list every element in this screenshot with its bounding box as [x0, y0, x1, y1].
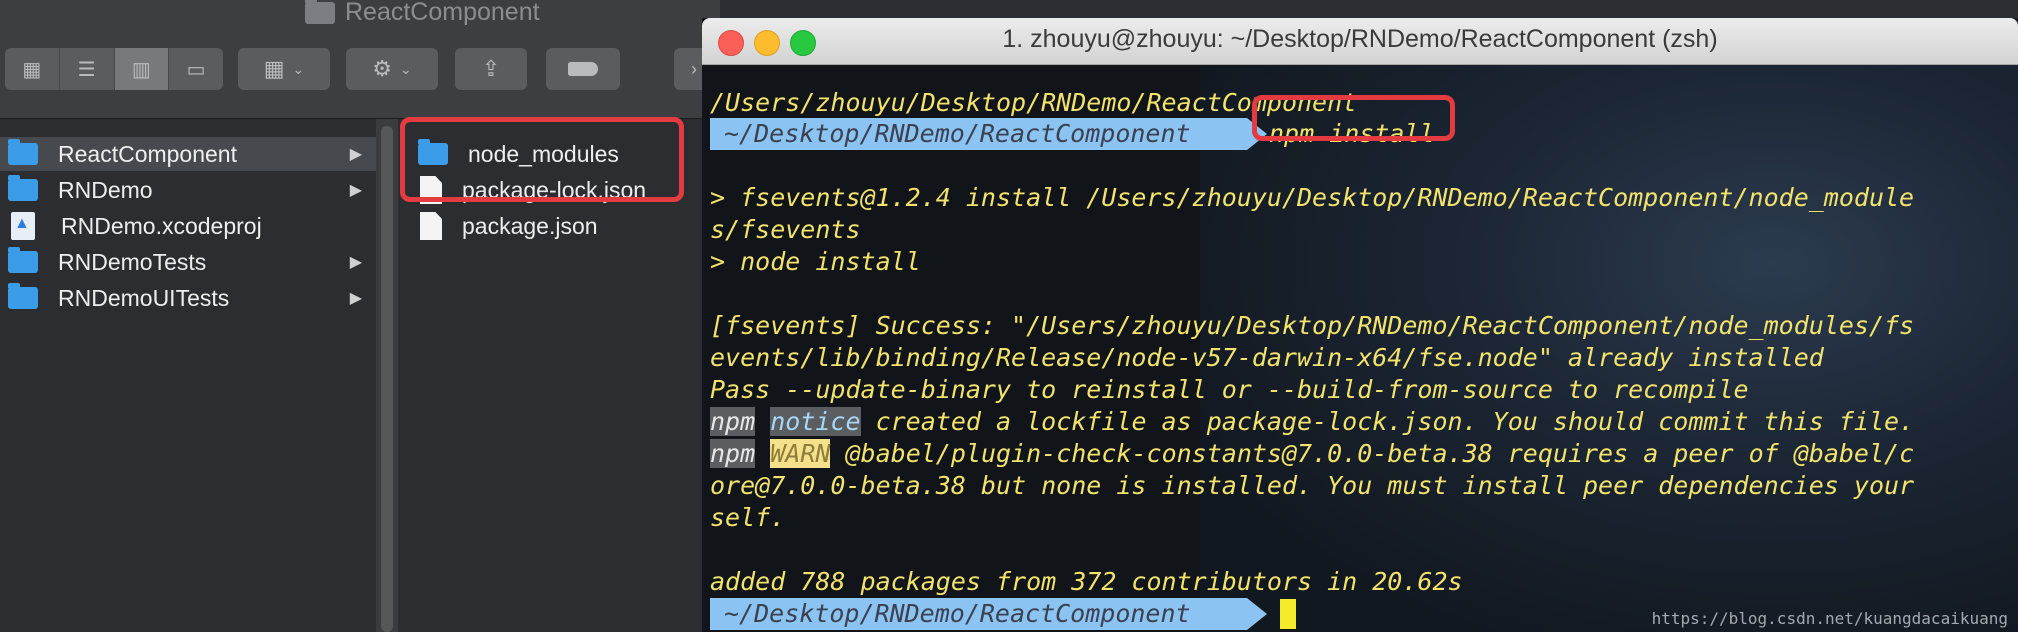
- view-mode-group: ▦ ☰ ▥ ▭: [5, 48, 223, 90]
- folder-icon: [305, 0, 335, 24]
- share-icon: ⇪: [481, 56, 501, 81]
- item-label: ReactComponent: [58, 140, 237, 167]
- prompt-path: ~/Desktop/RNDemo/ReactComponent: [724, 599, 1191, 628]
- finder-title-text: ReactComponent: [345, 0, 540, 26]
- xcode-project-icon: [11, 212, 35, 240]
- list-item-package-json[interactable]: package.json: [398, 209, 720, 243]
- terminal-titlebar: 1. zhouyu@zhouyu: ~/Desktop/RNDemo/React…: [702, 18, 2018, 65]
- item-label: RNDemoTests: [58, 248, 207, 275]
- npm-label: npm: [710, 407, 756, 436]
- list-item-rndemotests[interactable]: RNDemoTests ▶: [0, 245, 376, 279]
- column-view-icon[interactable]: ▥: [114, 48, 170, 90]
- terminal-title: 1. zhouyu@zhouyu: ~/Desktop/RNDemo/React…: [1002, 25, 1718, 53]
- disclosure-arrow-icon: ▶: [349, 290, 362, 307]
- warn-text: @babel/plugin-check-constants@7.0.0-beta…: [830, 439, 1915, 468]
- item-label: RNDemoUITests: [58, 284, 230, 311]
- chevron-down-icon: ⌄: [292, 60, 305, 77]
- folder-icon: [8, 247, 38, 273]
- disclosure-arrow-icon: ▶: [349, 254, 362, 271]
- prompt-bar: ~/Desktop/RNDemo/ReactComponent: [710, 118, 1267, 150]
- gear-icon: ⚙: [372, 56, 392, 81]
- terminal-window: 1. zhouyu@zhouyu: ~/Desktop/RNDemo/React…: [702, 18, 2018, 632]
- finder-window: ReactComponent ▦ ☰ ▥ ▭ ▦ ⌄ ⚙ ⌄ ⇪ › ReactCo…: [0, 0, 720, 632]
- output-line: s/fsevents: [710, 215, 861, 244]
- warn-badge: WARN: [770, 439, 831, 468]
- list-item-reactcomponent[interactable]: ReactComponent ▶: [0, 137, 376, 171]
- output-line: [fsevents] Success: "/Users/zhouyu/Deskt…: [710, 311, 1915, 340]
- group-by-button[interactable]: ▦ ⌄: [238, 48, 330, 90]
- prompt-path: ~/Desktop/RNDemo/ReactComponent: [724, 119, 1191, 148]
- folder-icon: [8, 175, 38, 201]
- disclosure-arrow-icon: ▶: [349, 146, 362, 163]
- tag-icon: [568, 62, 598, 76]
- share-button[interactable]: ⇪: [455, 48, 527, 90]
- output-line: events/lib/binding/Release/node-v57-darw…: [710, 343, 1824, 372]
- output-line: ore@7.0.0-beta.38 but none is installed.…: [710, 471, 1915, 500]
- highlight-box-command: [1252, 95, 1455, 141]
- list-view-icon[interactable]: ☰: [60, 48, 115, 90]
- item-label: RNDemo.xcodeproj: [61, 212, 262, 239]
- output-line: self.: [710, 503, 786, 532]
- item-label: package.json: [462, 212, 598, 239]
- column-scrollbar[interactable]: [381, 126, 393, 632]
- action-button[interactable]: ⚙ ⌄: [346, 48, 438, 90]
- folder-icon: [8, 283, 38, 309]
- notice-text: created a lockfile as package-lock.json.…: [860, 407, 1915, 436]
- text-cursor: [1280, 599, 1296, 629]
- document-icon: [420, 212, 442, 240]
- chevron-right-icon: ›: [691, 58, 697, 79]
- tag-button[interactable]: [546, 48, 620, 90]
- column-1: ReactComponent ▶ RNDemo ▶ RNDemo.xcodepr…: [0, 119, 376, 632]
- output-line: added 788 packages from 372 contributors…: [710, 567, 1463, 596]
- gallery-view-icon[interactable]: ▭: [169, 48, 223, 90]
- npm-label: npm: [710, 439, 756, 468]
- icon-view-icon[interactable]: ▦: [5, 48, 60, 90]
- folder-icon: [8, 139, 38, 165]
- chevron-down-icon: ⌄: [400, 60, 412, 77]
- watermark: https://blog.csdn.net/kuangdacaikuang: [1651, 609, 2008, 628]
- notice-badge: notice: [770, 407, 861, 436]
- output-line: > node install: [710, 247, 921, 276]
- group-grid-icon: ▦: [263, 56, 285, 81]
- list-item-rndemo[interactable]: RNDemo ▶: [0, 173, 376, 207]
- npm-warn-line: npm WARN @babel/plugin-check-constants@7…: [710, 438, 1914, 470]
- list-item-rndemouitests[interactable]: RNDemoUITests ▶: [0, 281, 376, 315]
- item-label: RNDemo: [58, 176, 153, 203]
- output-line: > fsevents@1.2.4 install /Users/zhouyu/D…: [710, 183, 1915, 212]
- highlight-box-files: [400, 117, 684, 202]
- list-item-rndemo-xcodeproj[interactable]: RNDemo.xcodeproj: [0, 209, 376, 243]
- finder-title: ReactComponent: [305, 0, 540, 27]
- prompt-bar: ~/Desktop/RNDemo/ReactComponent: [710, 598, 1267, 630]
- finder-titlebar: ReactComponent ▦ ☰ ▥ ▭ ▦ ⌄ ⚙ ⌄ ⇪ ›: [0, 0, 720, 119]
- output-line: Pass --update-binary to reinstall or --b…: [710, 375, 1749, 404]
- npm-notice-line: npm notice created a lockfile as package…: [710, 406, 1914, 438]
- disclosure-arrow-icon: ▶: [349, 182, 362, 199]
